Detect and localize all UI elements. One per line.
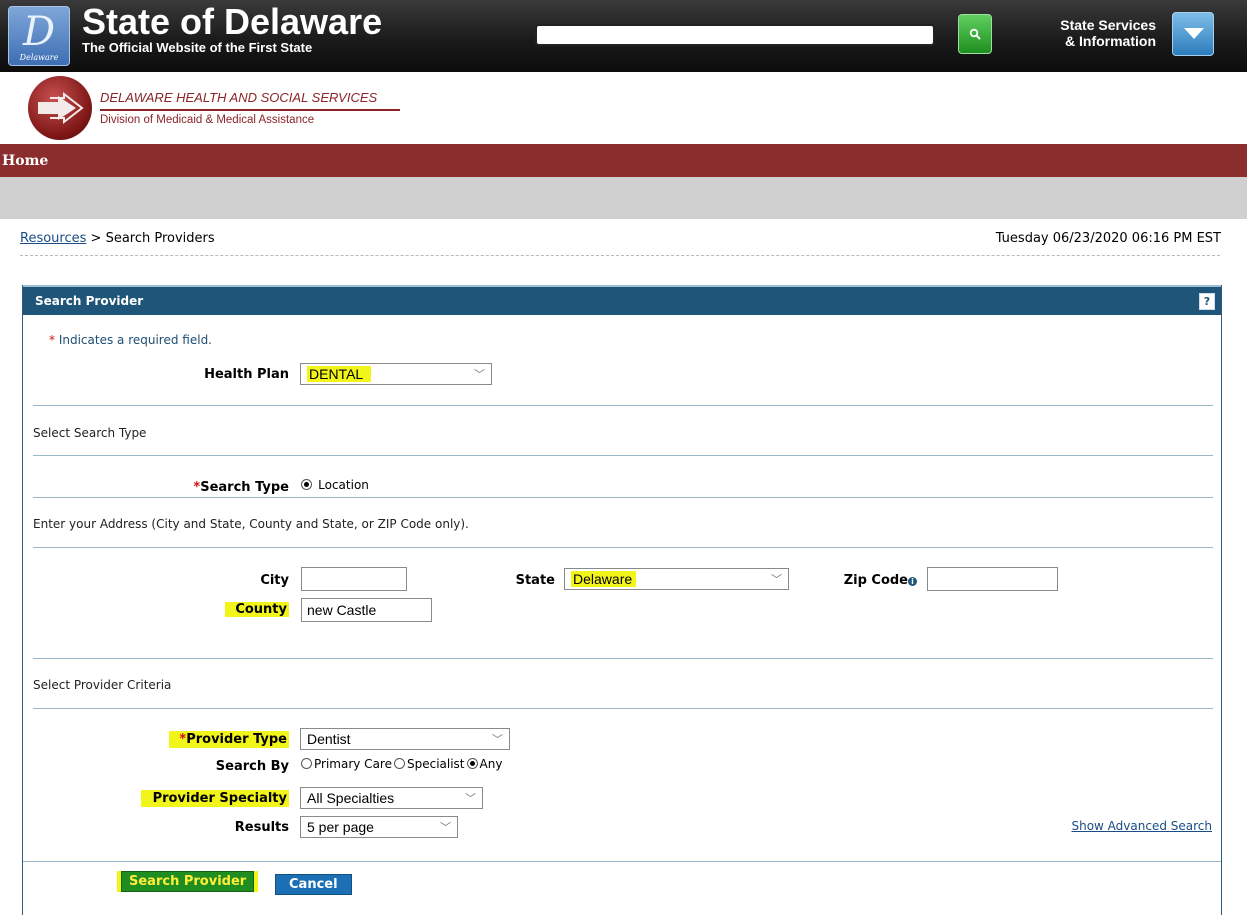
section-divider [33,405,1213,406]
search-type-label: *Search Type [173,480,289,495]
results-per-page-value: 5 per page [307,819,374,835]
logo-letter: D [23,9,56,55]
breadcrumb-separator: > [86,231,106,246]
info-icon[interactable]: i [908,577,917,586]
buttons-divider [23,861,1221,862]
county-input[interactable] [301,598,432,622]
panel-title: Search Provider [35,294,144,308]
site-search-input[interactable] [535,24,935,46]
provider-specialty-value: All Specialties [307,790,395,806]
delaware-logo[interactable]: D Delaware [8,6,70,66]
panel-header: Search Provider ? [23,285,1221,315]
zip-code-label-text: Zip Code [843,573,908,588]
section-divider [33,547,1213,548]
results-per-page-select[interactable]: 5 per page ﹀ [300,816,458,838]
breadcrumb-current: Search Providers [105,231,215,246]
city-input[interactable] [301,567,407,591]
show-advanced-search-link[interactable]: Show Advanced Search [1071,819,1212,833]
help-icon[interactable]: ? [1199,293,1215,310]
provider-type-label: *Provider Type [163,731,289,748]
city-label: City [260,573,289,588]
search-icon [969,28,981,40]
sub-nav-bar [0,177,1247,219]
search-by-specialist-radio[interactable] [393,758,405,769]
zip-code-input[interactable] [927,567,1058,591]
chevron-down-icon: ﹀ [492,734,503,746]
county-label: County [219,602,289,617]
chevron-down-icon: ﹀ [474,369,485,381]
search-type-location-label: Location [318,478,369,492]
state-services-line2: & Information [1065,33,1156,49]
health-plan-select[interactable]: DENTAL ﹀ [300,363,492,385]
search-provider-panel: Search Provider ? * Indicates a required… [22,285,1222,915]
section-divider [33,658,1213,659]
search-provider-button[interactable]: Search Provider [121,871,255,892]
current-datetime: Tuesday 06/23/2020 06:16 PM EST [995,231,1221,246]
agency-divider [100,109,400,111]
provider-specialty-select[interactable]: All Specialties ﹀ [300,787,483,809]
zip-code-label: Zip Code i [813,573,917,588]
select-search-type-heading: Select Search Type [33,426,147,440]
nav-home-link[interactable]: Home [2,153,48,169]
provider-type-value: Dentist [307,731,351,747]
provider-specialty-label: Provider Specialty [133,790,289,807]
chevron-down-icon: ﹀ [440,822,451,834]
site-header: D Delaware State of Delaware The Officia… [0,0,1247,72]
section-divider [33,708,1213,709]
chevron-down-icon: ﹀ [465,793,476,805]
state-services-label[interactable]: State Services & Information [1046,17,1156,49]
search-by-any-radio[interactable] [466,758,478,769]
state-value: Delaware [571,571,637,587]
site-title[interactable]: State of Delaware [82,2,382,42]
agency-name: DELAWARE HEALTH AND SOCIAL SERVICES [100,90,378,105]
search-by-primary-care-radio[interactable] [301,758,312,769]
search-by-options: Primary Care Specialist Any [299,757,502,772]
provider-type-highlight: *Provider Type [169,731,289,748]
section-divider [33,497,1213,498]
site-search-button[interactable] [958,14,992,54]
search-by-any-label[interactable]: Any [480,757,503,771]
cancel-button[interactable]: Cancel [275,874,352,895]
chevron-down-icon: ﹀ [771,574,782,586]
search-by-label: Search By [215,759,289,774]
search-provider-button-highlight: Search Provider [117,871,259,892]
dhss-emblem-icon [28,76,92,140]
health-plan-value: DENTAL [307,366,372,382]
county-label-text: County [225,602,289,617]
state-services-line1: State Services [1060,17,1156,33]
section-divider [33,455,1213,456]
provider-specialty-label-text: Provider Specialty [140,790,289,807]
search-by-primary-care-label[interactable]: Primary Care [314,757,392,771]
breadcrumb-resources-link[interactable]: Resources [20,231,86,246]
main-nav: Home [0,144,1247,177]
search-type-location-radio[interactable] [301,479,312,490]
results-label: Results [234,820,289,835]
search-type-location-option[interactable]: Location [299,478,369,493]
required-note-text: Indicates a required field. [58,333,212,347]
agency-division: Division of Medicaid & Medical Assistanc… [100,114,315,126]
health-plan-label: Health Plan [204,367,289,382]
search-by-specialist-label[interactable]: Specialist [407,757,465,771]
state-label: State [515,573,555,588]
required-field-note: * Indicates a required field. [49,333,212,347]
provider-type-label-text: Provider Type [186,732,287,747]
provider-type-select[interactable]: Dentist ﹀ [300,728,510,750]
state-select[interactable]: Delaware ﹀ [564,568,789,590]
search-type-label-text: Search Type [200,480,289,495]
breadcrumb-divider [20,255,1220,256]
agency-logo[interactable]: DELAWARE HEALTH AND SOCIAL SERVICES Divi… [28,76,408,142]
required-star: * [49,333,55,347]
site-subtitle: The Official Website of the First State [82,40,313,55]
breadcrumb: Resources > Search Providers [20,231,215,246]
select-provider-criteria-heading: Select Provider Criteria [33,678,172,692]
state-services-dropdown-button[interactable] [1172,12,1214,56]
address-instructions: Enter your Address (City and State, Coun… [33,517,469,531]
chevron-down-icon [1184,28,1204,39]
logo-caption: Delaware [19,53,59,62]
